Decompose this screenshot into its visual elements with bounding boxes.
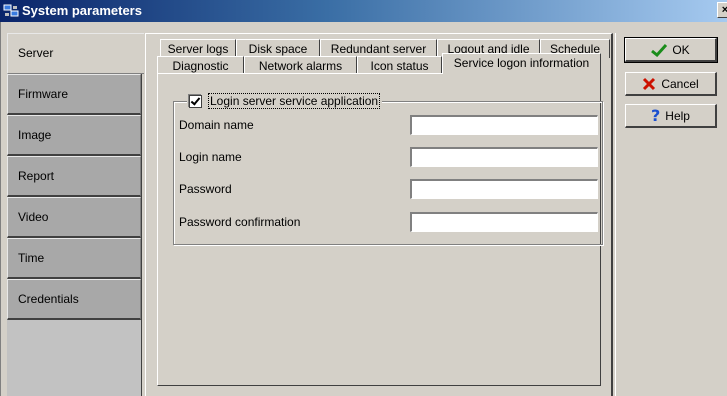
sidebar-item-video[interactable]: Video [7, 197, 141, 238]
password-label: Password [179, 182, 232, 196]
ok-label: OK [672, 42, 690, 57]
sidebar-item-image[interactable]: Image [7, 115, 141, 156]
login-service-checkbox[interactable] [189, 94, 202, 108]
title-bar[interactable]: System parameters × [0, 0, 727, 22]
question-mark-icon: ? [651, 106, 661, 125]
sidebar-item-label: Report [18, 169, 55, 183]
sidebar-item-report[interactable]: Report [7, 156, 141, 197]
sidebar-item-label: Image [18, 128, 52, 142]
domain-name-field[interactable] [410, 115, 598, 135]
login-service-checkbox-row[interactable]: Login server service application [187, 93, 383, 109]
tab-label: Server logs [167, 42, 229, 56]
password-confirmation-label: Password confirmation [179, 215, 301, 229]
window-title: System parameters [22, 3, 142, 18]
domain-name-label: Domain name [179, 118, 254, 132]
login-service-label: Login server service application [208, 93, 381, 109]
login-name-field[interactable] [410, 147, 598, 167]
help-button[interactable]: ? Help [625, 104, 717, 128]
sidebar-item-label: Video [18, 210, 49, 224]
system-parameters-icon [3, 3, 19, 19]
sidebar-item-firmware[interactable]: Firmware [7, 74, 141, 115]
close-button[interactable]: × [717, 2, 727, 18]
tab-service-logon-information[interactable]: Service logon information [442, 53, 601, 74]
cross-icon [642, 77, 656, 91]
sidebar-item-label: Time [18, 251, 45, 265]
login-name-label: Login name [179, 150, 242, 164]
tab-label: Icon status [370, 59, 429, 73]
ok-button[interactable]: OK [624, 37, 718, 63]
sidebar-item-label: Credentials [18, 292, 79, 306]
checkmark-icon [651, 43, 668, 57]
sidebar-item-server[interactable]: Server [7, 33, 144, 74]
cancel-button[interactable]: Cancel [625, 72, 717, 96]
tab-label: Service logon information [453, 56, 590, 70]
sidebar-item-time[interactable]: Time [7, 238, 141, 279]
sidebar-item-label: Server [18, 46, 54, 60]
cancel-label: Cancel [661, 76, 699, 91]
sidebar-item-credentials[interactable]: Credentials [7, 279, 141, 320]
password-field[interactable] [410, 179, 598, 199]
sidebar-item-label: Firmware [18, 87, 68, 101]
tab-label: Network alarms [258, 59, 343, 73]
tab-label: Disk space [248, 42, 308, 56]
help-label: Help [665, 108, 690, 123]
tab-label: Diagnostic [172, 59, 229, 73]
password-confirmation-field[interactable] [410, 212, 598, 232]
tab-label: Redundant server [330, 42, 427, 56]
